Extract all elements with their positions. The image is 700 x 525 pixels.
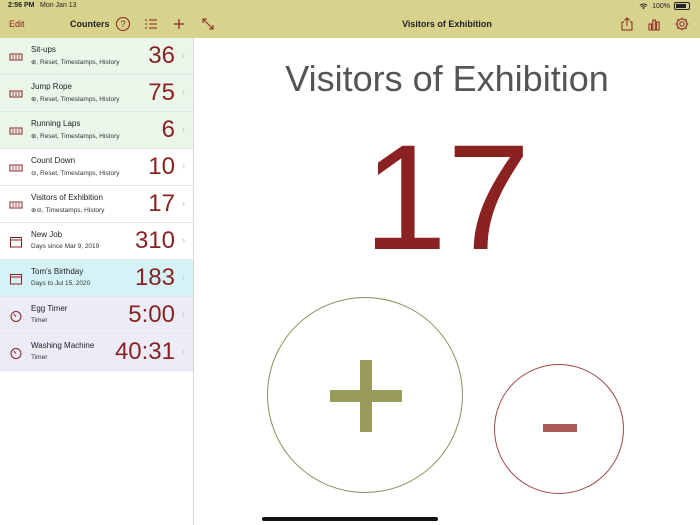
chevron-right-icon: ›: [182, 50, 185, 60]
counter-icon: [9, 50, 23, 62]
status-right: 100%: [639, 2, 690, 10]
counter-title: Visitors of Exhibition: [285, 58, 609, 99]
counter-item-value: 36: [148, 42, 175, 69]
counter-item-title: New Job: [31, 230, 63, 239]
battery-percent: 100%: [652, 2, 670, 10]
decrement-button[interactable]: [494, 364, 624, 494]
list-item[interactable]: Visitors of Exhibition ⊕⊖, Timestamps, Hi…: [0, 186, 193, 223]
calendar-icon: [9, 272, 23, 285]
share-icon[interactable]: [619, 16, 635, 32]
chevron-right-icon: ›: [182, 309, 185, 319]
help-icon[interactable]: ?: [115, 16, 131, 32]
counter-item-subtitle: Days since Mar 9, 2019: [31, 243, 100, 250]
counter-item-value: 6: [161, 116, 175, 143]
counter-item-title: Count Down: [31, 156, 76, 165]
svg-text:?: ?: [120, 19, 125, 29]
gear-icon[interactable]: [674, 16, 690, 32]
status-date: Mon Jan 13: [40, 2, 77, 9]
timer-icon: [9, 346, 23, 359]
list-item[interactable]: Egg Timer Timer 5:00 ›: [0, 297, 193, 334]
counter-item-subtitle: Timer: [31, 354, 48, 361]
list-icon[interactable]: [143, 16, 159, 32]
timer-icon: [9, 309, 23, 322]
counter-icon: [9, 161, 23, 173]
counter-item-title: Egg Timer: [31, 304, 68, 313]
status-time: 2:56 PM: [8, 2, 35, 9]
counter-item-value: 17: [148, 190, 175, 217]
counter-item-title: Jump Rope: [31, 82, 72, 91]
expand-icon[interactable]: [200, 16, 216, 32]
chevron-right-icon: ›: [182, 87, 185, 97]
counter-item-value: 10: [148, 153, 175, 180]
counter-item-subtitle: Timer: [31, 317, 48, 324]
counter-list: Sit-ups ⊕, Reset, Timestamps, History 36 › J…: [0, 38, 194, 525]
counter-item-value: 5:00: [128, 301, 175, 328]
sidebar-title: Counters: [70, 19, 110, 29]
list-item[interactable]: Washing Machine Timer 40:31 ›: [0, 334, 193, 371]
counter-item-subtitle: ⊕⊖, Timestamps, History: [31, 207, 105, 214]
list-item[interactable]: Sit-ups ⊕, Reset, Timestamps, History 36 ›: [0, 38, 193, 75]
list-item[interactable]: New Job Days since Mar 9, 2019 310 ›: [0, 223, 193, 260]
list-item[interactable]: Count Down ⊖, Reset, Timestamps, History 1…: [0, 149, 193, 186]
increment-button[interactable]: [267, 297, 463, 493]
home-indicator: [262, 517, 438, 521]
counter-item-subtitle: ⊖, Reset, Timestamps, History: [31, 170, 120, 177]
counter-item-subtitle: Days to Jul 15, 2020: [31, 280, 91, 287]
navigation-bar: Edit Counters ? Visitors of Exhibition: [0, 14, 700, 38]
counter-item-subtitle: ⊕, Reset, Timestamps, History: [31, 59, 120, 66]
list-item[interactable]: Tom's Birthday Days to Jul 15, 2020 183 ›: [0, 260, 193, 297]
chevron-right-icon: ›: [182, 272, 185, 282]
chart-icon[interactable]: [646, 16, 662, 32]
add-icon[interactable]: [171, 16, 187, 32]
wifi-icon: [639, 3, 648, 9]
counter-item-title: Running Laps: [31, 119, 81, 128]
nav-title: Visitors of Exhibition: [402, 19, 492, 29]
counter-item-value: 310: [134, 227, 175, 254]
counter-value: 17: [363, 113, 531, 281]
counter-item-subtitle: ⊕, Reset, Timestamps, History: [31, 133, 120, 140]
calendar-icon: [9, 235, 23, 248]
list-item[interactable]: Jump Rope ⊕, Reset, Timestamps, History 75…: [0, 75, 193, 112]
chevron-right-icon: ›: [182, 346, 185, 356]
battery-icon: [674, 2, 690, 10]
chevron-right-icon: ›: [182, 235, 185, 245]
list-item[interactable]: Running Laps ⊕, Reset, Timestamps, Histor…: [0, 112, 193, 149]
plus-icon-vertical: [360, 360, 372, 432]
counter-item-title: Visitors of Exhibition: [31, 193, 103, 202]
status-bar: 2:56 PM Mon Jan 13 100%: [0, 0, 700, 12]
top-bar: 2:56 PM Mon Jan 13 100% Edit Counters ?: [0, 0, 700, 38]
counter-item-value: 183: [134, 264, 175, 291]
counter-item-title: Sit-ups: [31, 45, 56, 54]
counter-icon: [9, 124, 23, 136]
counter-item-value: 40:31: [114, 338, 175, 365]
counter-item-title: Washing Machine: [31, 341, 95, 350]
minus-icon: [543, 424, 577, 432]
edit-button[interactable]: Edit: [9, 19, 25, 29]
chevron-right-icon: ›: [182, 198, 185, 208]
counter-item-title: Tom's Birthday: [31, 267, 84, 276]
counter-icon: [9, 87, 23, 99]
counter-item-value: 75: [148, 79, 175, 106]
chevron-right-icon: ›: [182, 161, 185, 171]
counter-icon: [9, 198, 23, 210]
counter-item-subtitle: ⊕, Reset, Timestamps, History: [31, 96, 120, 103]
chevron-right-icon: ›: [182, 124, 185, 134]
